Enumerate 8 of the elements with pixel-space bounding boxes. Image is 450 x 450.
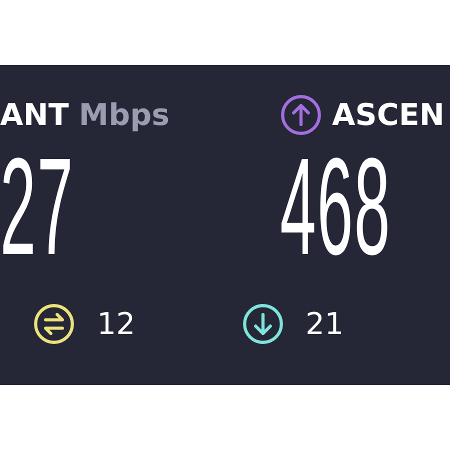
- direction-label: ASCEN: [332, 98, 444, 132]
- speed-value: 27: [0, 147, 74, 267]
- stat-value: 12: [97, 306, 136, 342]
- stat-value: 21: [306, 306, 344, 342]
- swap-arrows-icon: [33, 303, 75, 345]
- speed-value: 468: [280, 147, 392, 267]
- unit-label: Mbps: [78, 98, 170, 132]
- direction-label: ANT: [0, 98, 69, 132]
